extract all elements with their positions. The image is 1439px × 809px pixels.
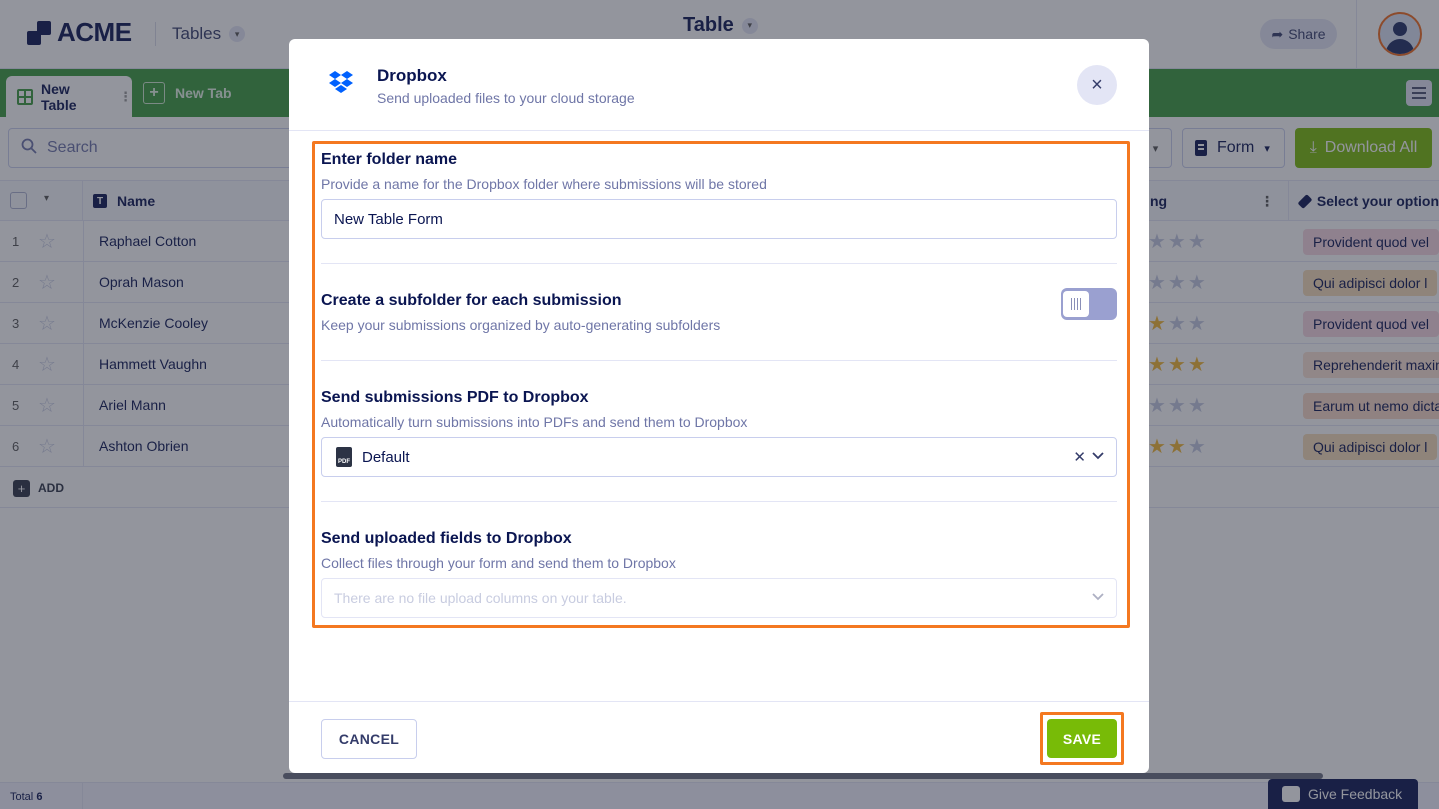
chevron-down-icon: [1092, 593, 1104, 601]
modal-footer: CANCEL SAVE: [289, 701, 1149, 773]
save-button[interactable]: SAVE: [1047, 719, 1117, 758]
chevron-down-icon[interactable]: [1090, 447, 1106, 463]
upload-fields-placeholder: There are no file upload columns on your…: [334, 590, 627, 606]
subfolder-toggle[interactable]: [1061, 288, 1117, 320]
dropbox-icon: [329, 71, 353, 93]
pdf-selected-value: Default: [362, 448, 410, 466]
toggle-knob: [1063, 291, 1089, 317]
section-description: Collect files through your form and send…: [321, 555, 676, 571]
section-description: Provide a name for the Dropbox folder wh…: [321, 176, 767, 192]
section-divider: [321, 501, 1117, 502]
modal-header: Dropbox Send uploaded files to your clou…: [289, 39, 1149, 131]
modal-subtitle: Send uploaded files to your cloud storag…: [377, 90, 635, 106]
cancel-button[interactable]: CANCEL: [321, 719, 417, 759]
folder-name-value: New Table Form: [334, 210, 443, 228]
close-icon: ×: [1091, 73, 1103, 96]
modal-title: Dropbox: [377, 66, 447, 85]
section-divider: [321, 263, 1117, 264]
uploads-section: Send uploaded fields to Dropbox Collect …: [321, 530, 1117, 571]
section-divider: [321, 360, 1117, 361]
pdf-select[interactable]: PDF Default ✕: [321, 437, 1117, 477]
folder-name-section: Enter folder name Provide a name for the…: [321, 151, 1117, 192]
pdf-file-icon: PDF: [336, 447, 352, 467]
dropbox-modal: Dropbox Send uploaded files to your clou…: [289, 39, 1149, 773]
clear-icon[interactable]: ✕: [1073, 448, 1086, 466]
close-button[interactable]: ×: [1077, 65, 1117, 105]
section-title: Create a subfolder for each submission: [321, 292, 622, 309]
subfolder-section: Create a subfolder for each submission K…: [321, 292, 1117, 333]
upload-fields-select: There are no file upload columns on your…: [321, 578, 1117, 618]
folder-name-input[interactable]: New Table Form: [321, 199, 1117, 239]
section-title: Send uploaded fields to Dropbox: [321, 530, 572, 547]
section-title: Enter folder name: [321, 151, 458, 168]
pdf-section: Send submissions PDF to Dropbox Automati…: [321, 389, 1117, 430]
section-title: Send submissions PDF to Dropbox: [321, 389, 589, 406]
section-description: Keep your submissions organized by auto-…: [321, 317, 721, 333]
section-description: Automatically turn submissions into PDFs…: [321, 414, 748, 430]
save-highlight: SAVE: [1040, 712, 1124, 765]
